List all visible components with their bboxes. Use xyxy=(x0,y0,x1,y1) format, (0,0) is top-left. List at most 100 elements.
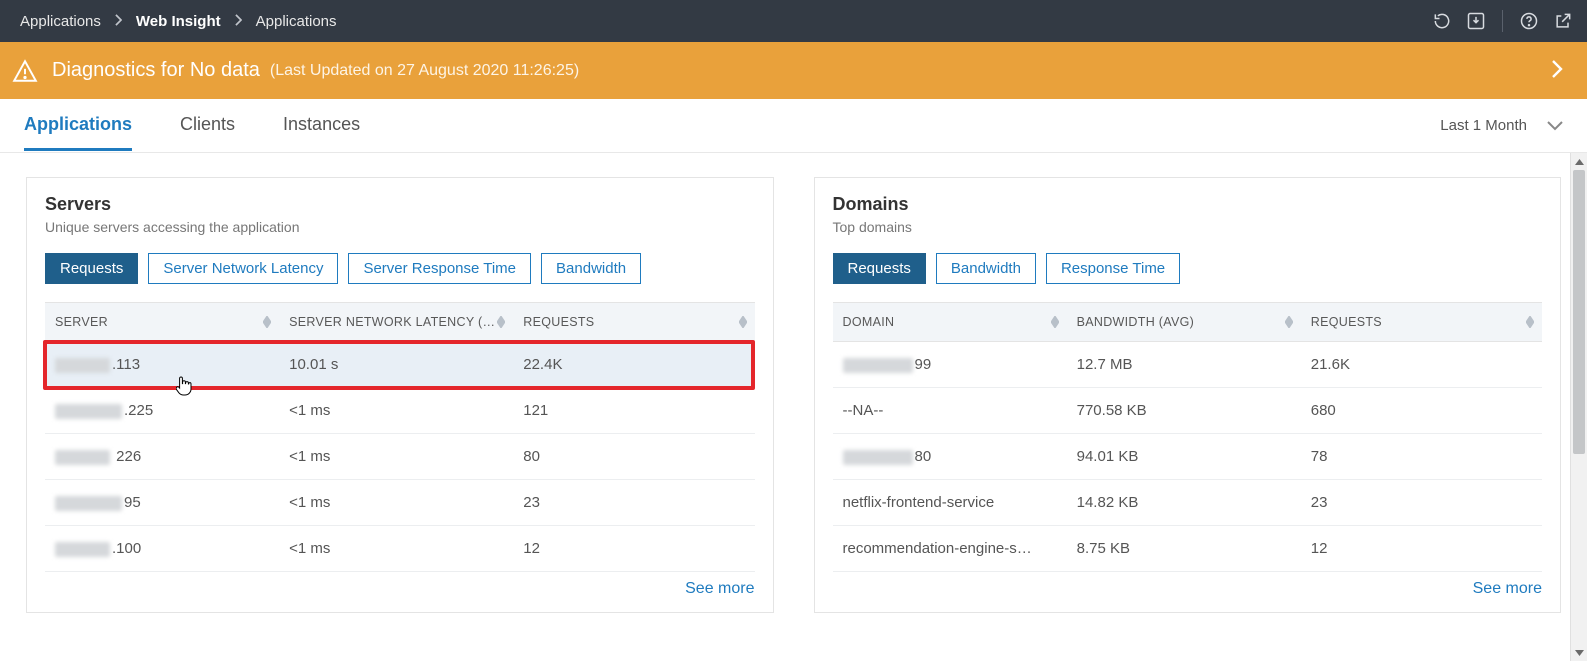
import-icon[interactable] xyxy=(1466,11,1486,31)
banner-subtitle: (Last Updated on 27 August 2020 11:26:25… xyxy=(270,62,579,80)
table-row[interactable]: netflix-frontend-service14.82 KB23 xyxy=(833,480,1543,526)
servers-btn-latency[interactable]: Server Network Latency xyxy=(148,253,338,284)
scroll-track[interactable] xyxy=(1571,170,1587,644)
table-row[interactable]: xxxxxxx95<1 ms23 xyxy=(45,480,755,526)
servers-heading: Servers xyxy=(45,194,755,215)
col-latency-label: SERVER NETWORK LATENCY (… xyxy=(289,315,495,329)
table-row[interactable]: xxxxxxx 226<1 ms80 xyxy=(45,434,755,480)
servers-panel: Servers Unique servers accessing the app… xyxy=(26,177,774,613)
warning-icon xyxy=(12,58,38,84)
sort-icon[interactable] xyxy=(1526,316,1534,328)
domains-btn-bandwidth[interactable]: Bandwidth xyxy=(936,253,1036,284)
sort-icon[interactable] xyxy=(263,316,271,328)
domain-cell: recommendation-engine-s… xyxy=(833,526,1067,572)
breadcrumb-item-web-insight[interactable]: Web Insight xyxy=(136,13,221,30)
domain-cell: xxxxxxxxx80 xyxy=(833,434,1067,480)
scroll-down-button[interactable] xyxy=(1571,644,1587,661)
col-requests-label: REQUESTS xyxy=(1311,315,1382,329)
latency-cell: <1 ms xyxy=(279,526,513,572)
tab-applications[interactable]: Applications xyxy=(24,100,132,151)
bandwidth-cell: 94.01 KB xyxy=(1067,434,1301,480)
breadcrumb-item-applications[interactable]: Applications xyxy=(20,13,101,30)
col-domain[interactable]: DOMAIN xyxy=(833,303,1067,342)
breadcrumb-item-applications-2[interactable]: Applications xyxy=(256,13,337,30)
domains-btn-requests[interactable]: Requests xyxy=(833,253,926,284)
sort-icon[interactable] xyxy=(1051,316,1059,328)
col-domain-label: DOMAIN xyxy=(843,315,895,329)
requests-cell: 12 xyxy=(1301,526,1542,572)
domains-see-more-link[interactable]: See more xyxy=(1473,580,1542,597)
redacted-text: xxxxxxx xyxy=(55,450,110,465)
server-cell: xxxxxxx.100 xyxy=(45,526,279,572)
col-requests[interactable]: REQUESTS xyxy=(1301,303,1542,342)
servers-btn-requests[interactable]: Requests xyxy=(45,253,138,284)
tabs-row: Applications Clients Instances Last 1 Mo… xyxy=(0,99,1587,153)
col-requests-label: REQUESTS xyxy=(523,315,594,329)
banner-title: Diagnostics for No data xyxy=(52,59,260,82)
domains-see-more: See more xyxy=(833,580,1543,598)
tab-instances[interactable]: Instances xyxy=(283,100,360,151)
domains-subtitle: Top domains xyxy=(833,219,1543,235)
col-bandwidth-label: BANDWIDTH (AVG) xyxy=(1077,315,1194,329)
col-server-label: SERVER xyxy=(55,315,108,329)
top-bar: Applications Web Insight Applications xyxy=(0,0,1587,42)
requests-cell: 680 xyxy=(1301,388,1542,434)
table-row[interactable]: xxxxxxx.11310.01 s22.4K xyxy=(45,342,755,388)
table-row[interactable]: xxxxxxx.100<1 ms12 xyxy=(45,526,755,572)
bandwidth-cell: 8.75 KB xyxy=(1067,526,1301,572)
col-requests[interactable]: REQUESTS xyxy=(513,303,754,342)
domains-panel: Domains Top domains Requests Bandwidth R… xyxy=(814,177,1562,613)
domains-btn-response[interactable]: Response Time xyxy=(1046,253,1180,284)
servers-table: SERVER SERVER NETWORK LATENCY (… REQUEST… xyxy=(45,302,755,572)
redacted-text: xxxxxxx xyxy=(55,358,110,373)
latency-cell: <1 ms xyxy=(279,480,513,526)
diagnostics-banner[interactable]: Diagnostics for No data (Last Updated on… xyxy=(0,42,1587,99)
domains-table: DOMAIN BANDWIDTH (AVG) REQUESTS xxxxxxxx… xyxy=(833,302,1543,572)
servers-see-more: See more xyxy=(45,580,755,598)
table-row[interactable]: xxxxxxx.225<1 ms121 xyxy=(45,388,755,434)
topbar-actions xyxy=(1432,10,1573,32)
requests-cell: 23 xyxy=(513,480,754,526)
bandwidth-cell: 770.58 KB xyxy=(1067,388,1301,434)
servers-see-more-link[interactable]: See more xyxy=(685,580,754,597)
scroll-thumb[interactable] xyxy=(1573,170,1585,454)
server-cell: xxxxxxx.225 xyxy=(45,388,279,434)
redacted-text: xxxxxxxxx xyxy=(843,358,913,373)
table-row[interactable]: recommendation-engine-s…8.75 KB12 xyxy=(833,526,1543,572)
servers-btn-response[interactable]: Server Response Time xyxy=(348,253,531,284)
col-bandwidth[interactable]: BANDWIDTH (AVG) xyxy=(1067,303,1301,342)
requests-cell: 21.6K xyxy=(1301,342,1542,388)
breadcrumb: Applications Web Insight Applications xyxy=(20,13,337,30)
requests-cell: 78 xyxy=(1301,434,1542,480)
time-range-dropdown[interactable]: Last 1 Month xyxy=(1440,117,1563,134)
vertical-scrollbar[interactable] xyxy=(1570,153,1587,661)
sort-icon[interactable] xyxy=(1285,316,1293,328)
refresh-icon[interactable] xyxy=(1432,11,1452,31)
requests-cell: 80 xyxy=(513,434,754,480)
external-link-icon[interactable] xyxy=(1553,11,1573,31)
tab-clients[interactable]: Clients xyxy=(180,100,235,151)
redacted-text: xxxxxxx xyxy=(55,542,110,557)
server-cell: xxxxxxx95 xyxy=(45,480,279,526)
redacted-text: xxxxxxxxx xyxy=(843,450,913,465)
col-server[interactable]: SERVER xyxy=(45,303,279,342)
chevron-right-icon xyxy=(115,13,122,30)
latency-cell: <1 ms xyxy=(279,388,513,434)
redacted-text: xxxxxxx xyxy=(55,404,122,419)
requests-cell: 121 xyxy=(513,388,754,434)
sort-icon[interactable] xyxy=(497,316,505,328)
sort-icon[interactable] xyxy=(739,316,747,328)
divider xyxy=(1502,10,1503,32)
requests-cell: 23 xyxy=(1301,480,1542,526)
server-cell: xxxxxxx.113 xyxy=(45,342,279,388)
col-latency[interactable]: SERVER NETWORK LATENCY (… xyxy=(279,303,513,342)
banner-expand-icon[interactable] xyxy=(1551,59,1563,82)
servers-btn-bandwidth[interactable]: Bandwidth xyxy=(541,253,641,284)
domain-cell: xxxxxxxxx99 xyxy=(833,342,1067,388)
scroll-up-button[interactable] xyxy=(1571,153,1587,170)
help-icon[interactable] xyxy=(1519,11,1539,31)
table-row[interactable]: xxxxxxxxx9912.7 MB21.6K xyxy=(833,342,1543,388)
table-row[interactable]: --NA--770.58 KB680 xyxy=(833,388,1543,434)
latency-cell: 10.01 s xyxy=(279,342,513,388)
table-row[interactable]: xxxxxxxxx8094.01 KB78 xyxy=(833,434,1543,480)
